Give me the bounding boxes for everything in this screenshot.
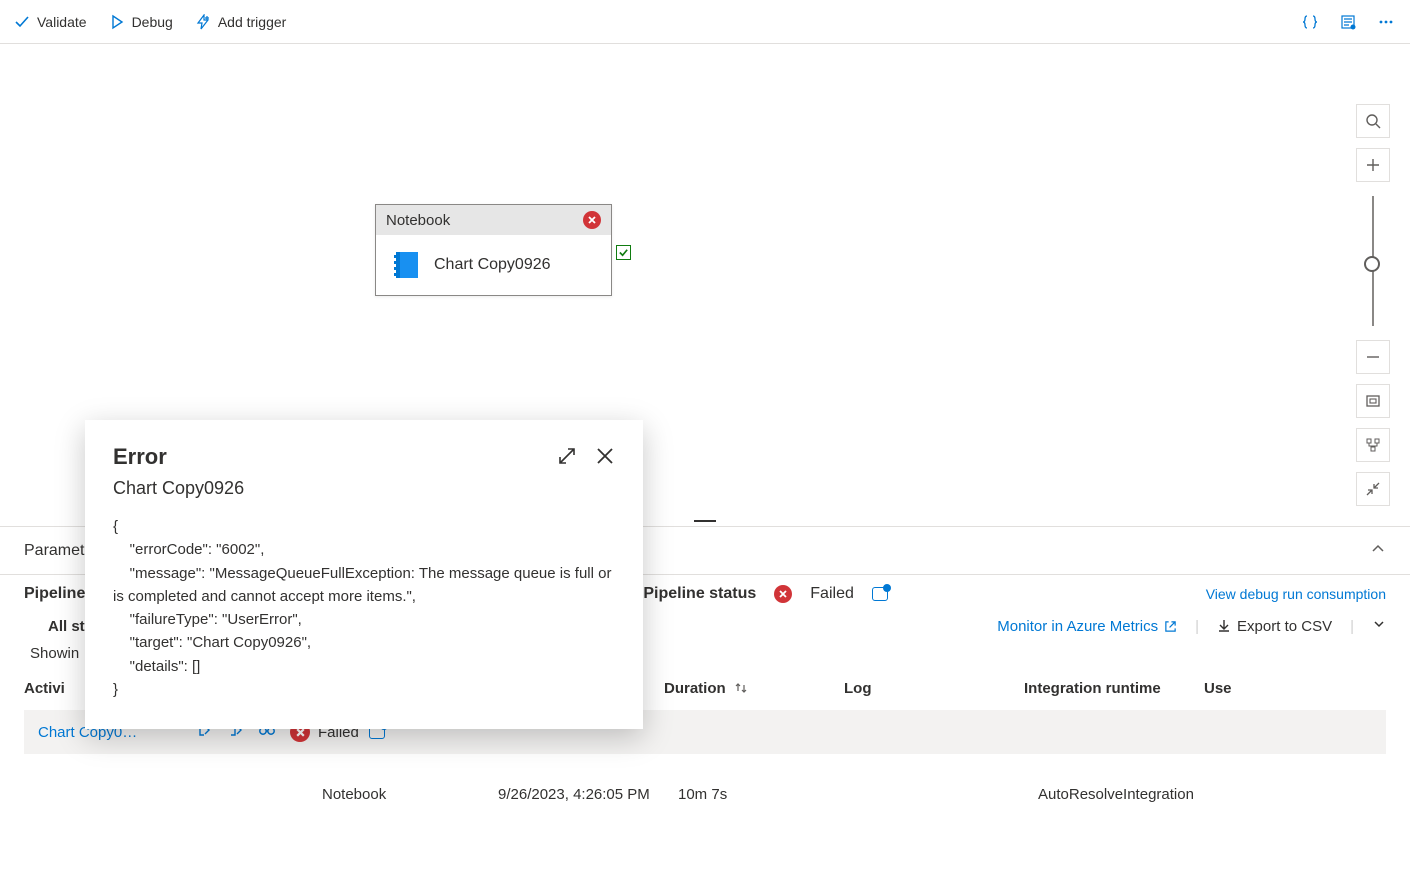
export-csv-button[interactable]: Export to CSV <box>1217 618 1332 635</box>
expand-icon <box>557 446 577 466</box>
monitor-metrics-link[interactable]: Monitor in Azure Metrics <box>997 618 1177 635</box>
download-icon <box>1217 619 1231 633</box>
th-activity[interactable]: Activi <box>24 680 65 697</box>
more-icon <box>1378 14 1394 30</box>
pipeline-status-label: Pipeline status <box>643 585 756 603</box>
activity-node[interactable]: Notebook Chart Copy0926 <box>375 204 612 296</box>
properties-icon <box>1340 14 1356 30</box>
validate-label: Validate <box>37 14 87 30</box>
error-popup: Error Chart Copy0926 { "errorCode": "600… <box>85 420 643 729</box>
th-log[interactable]: Log <box>844 680 872 697</box>
row-run-start: 9/26/2023, 4:26:05 PM <box>498 786 678 803</box>
code-view-button[interactable] <box>1298 10 1322 34</box>
row-type: Notebook <box>318 786 498 803</box>
fit-icon <box>1365 393 1381 409</box>
zoom-slider-thumb[interactable] <box>1364 256 1380 272</box>
search-canvas-button[interactable] <box>1356 104 1390 138</box>
chevron-down-icon <box>1372 617 1386 631</box>
activity-name: Chart Copy0926 <box>434 256 551 274</box>
all-status-filter[interactable]: All st <box>48 618 85 635</box>
row-integration-runtime: AutoResolveIntegration <box>1038 786 1218 803</box>
popup-body: { "errorCode": "6002", "message": "Messa… <box>113 515 615 701</box>
minus-icon <box>1365 349 1381 365</box>
pipeline-status-value: Failed <box>810 585 854 603</box>
monitor-metrics-label: Monitor in Azure Metrics <box>997 618 1158 635</box>
add-trigger-button[interactable]: Add trigger <box>193 10 288 34</box>
collapse-icon <box>1365 481 1381 497</box>
play-icon <box>109 14 125 30</box>
collapse-panel-button[interactable] <box>1370 541 1386 560</box>
validate-button[interactable]: Validate <box>12 10 89 34</box>
th-user[interactable]: Use <box>1204 680 1232 697</box>
trigger-icon <box>195 14 211 30</box>
close-popup-button[interactable] <box>595 446 615 469</box>
status-failed-icon <box>774 585 792 603</box>
chevron-up-icon <box>1370 541 1386 557</box>
notebook-icon <box>390 249 422 281</box>
success-port-icon[interactable] <box>616 245 631 260</box>
external-link-icon <box>1164 620 1177 633</box>
notification-icon[interactable] <box>872 587 888 601</box>
export-csv-label: Export to CSV <box>1237 618 1332 635</box>
properties-button[interactable] <box>1336 10 1360 34</box>
zoom-out-button[interactable] <box>1356 340 1390 374</box>
th-integration-runtime[interactable]: Integration runtime <box>1024 680 1161 697</box>
braces-icon <box>1302 14 1318 30</box>
error-icon[interactable] <box>583 211 601 229</box>
plus-icon <box>1365 157 1381 173</box>
close-icon <box>595 446 615 466</box>
collapse-button[interactable] <box>1356 472 1390 506</box>
tab-parameters[interactable]: Paramet <box>24 542 84 560</box>
expand-popup-button[interactable] <box>557 446 577 469</box>
canvas-controls <box>1356 104 1390 506</box>
sort-icon[interactable] <box>734 681 748 695</box>
pipeline-run-label: Pipeline <box>24 585 85 603</box>
popup-title: Error <box>113 444 539 470</box>
popup-subtitle: Chart Copy0926 <box>113 478 615 499</box>
add-trigger-label: Add trigger <box>218 14 286 30</box>
view-debug-consumption-link[interactable]: View debug run consumption <box>1206 586 1386 602</box>
checkmark-icon <box>14 14 30 30</box>
zoom-in-button[interactable] <box>1356 148 1390 182</box>
activity-node-header: Notebook <box>376 205 611 235</box>
toolbar: Validate Debug Add trigger <box>0 0 1410 44</box>
debug-label: Debug <box>132 14 173 30</box>
columns-dropdown[interactable] <box>1372 617 1386 635</box>
search-icon <box>1365 113 1381 129</box>
activity-type-label: Notebook <box>386 212 450 229</box>
th-duration[interactable]: Duration <box>664 680 726 697</box>
fit-to-screen-button[interactable] <box>1356 384 1390 418</box>
debug-button[interactable]: Debug <box>107 10 175 34</box>
zoom-slider[interactable] <box>1372 196 1374 326</box>
row-duration: 10m 7s <box>678 786 858 803</box>
more-button[interactable] <box>1374 10 1398 34</box>
auto-align-button[interactable] <box>1356 428 1390 462</box>
activity-node-body: Chart Copy0926 <box>376 235 611 295</box>
align-icon <box>1365 437 1381 453</box>
